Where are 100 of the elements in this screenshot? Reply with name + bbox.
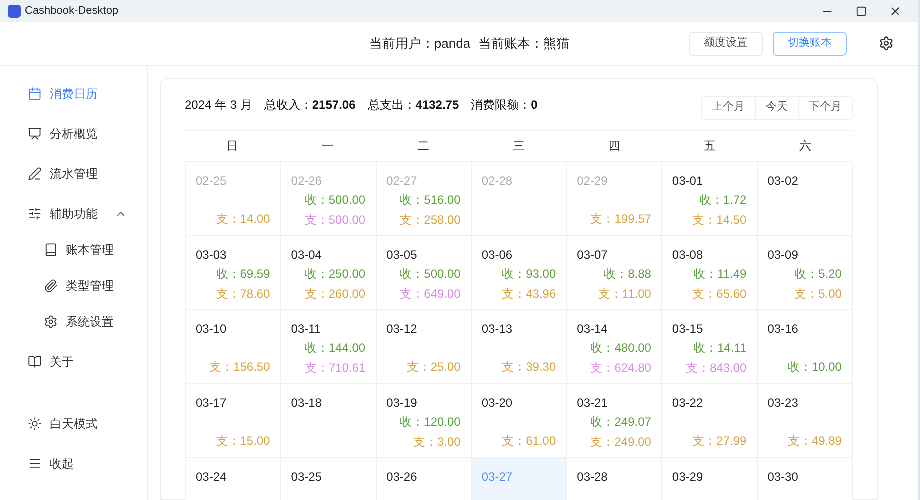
day-cell[interactable]: 03-23 支：49.89	[758, 384, 853, 458]
day-cell[interactable]: 03-02	[758, 162, 853, 236]
expense-amount: 支：710.61	[304, 360, 366, 377]
income-amount: 收：1.72	[699, 192, 747, 209]
expense-amount: 支：649.00	[400, 286, 461, 303]
month-label: 2024 年 3 月	[185, 96, 252, 114]
expense-amount: 支：260.00	[304, 286, 366, 303]
sidebar-item[interactable]: 流水管理	[0, 154, 147, 194]
day-date: 03-12	[386, 321, 418, 338]
expense-amount: 支：500.00	[304, 212, 366, 229]
day-cell[interactable]: 03-20 支：61.00	[472, 384, 568, 458]
month-nav-button[interactable]: 下个月	[798, 96, 852, 118]
income-amount: 收：93.00	[502, 266, 556, 283]
settings-icon	[44, 315, 58, 329]
day-date: 03-30	[768, 469, 800, 486]
day-cell[interactable]: 03-04 收：250.00 支：260.00	[281, 236, 377, 310]
open-book-icon	[28, 355, 42, 369]
weekday-header: 五	[702, 138, 717, 155]
paperclip-icon	[44, 279, 58, 293]
day-cell[interactable]: 03-06 收：93.00 支：43.96	[472, 236, 568, 310]
day-cell[interactable]: 03-08 收：11.49 支：65.60	[662, 236, 758, 310]
header-button[interactable]: 切换账本	[773, 32, 847, 56]
day-date: 03-23	[768, 395, 800, 412]
day-date: 02-25	[196, 173, 228, 190]
sidebar-item[interactable]: 白天模式	[0, 404, 147, 444]
day-date: 03-04	[291, 247, 323, 264]
close-icon[interactable]	[889, 4, 902, 18]
day-date: 03-02	[768, 173, 800, 190]
day-cell[interactable]: 03-07 收：8.88 支：11.00	[567, 236, 662, 310]
expense-amount: 支：14.50	[692, 212, 747, 229]
day-cell[interactable]: 03-17 支：15.00	[186, 384, 282, 458]
income-amount: 收：8.88	[604, 266, 652, 283]
day-cell[interactable]: 03-05 收：500.00 支：649.00	[376, 236, 472, 310]
sliders-icon	[28, 207, 42, 221]
expense-amount: 支：3.00	[413, 434, 461, 451]
day-date: 02-27	[386, 173, 418, 190]
day-cell[interactable]: 03-30	[758, 458, 853, 500]
day-cell[interactable]: 03-28	[567, 458, 662, 500]
expense-amount: 支：25.00	[406, 359, 461, 376]
month-nav-button[interactable]: 上个月	[702, 96, 755, 118]
month-nav-button[interactable]: 今天	[755, 96, 798, 118]
calendar-icon	[28, 87, 42, 101]
day-cell[interactable]: 03-16 收：10.00	[758, 310, 853, 384]
day-cell[interactable]: 03-21 收：249.07 支：249.00	[567, 384, 662, 458]
day-cell[interactable]: 03-24	[186, 458, 282, 500]
weekday-header: 三	[512, 138, 526, 155]
expense-amount: 支：5.00	[794, 286, 842, 303]
day-cell[interactable]: 03-18	[281, 384, 377, 458]
day-date: 03-19	[386, 395, 418, 412]
expense-amount: 支：14.00	[216, 211, 270, 228]
day-date: 03-21	[577, 395, 609, 412]
expense-amount: 支：249.00	[590, 434, 652, 451]
income-amount: 收：14.11	[694, 340, 747, 357]
day-date: 03-09	[768, 247, 800, 264]
income-amount: 收：144.00	[304, 340, 366, 357]
expense-amount: 支：43.96	[502, 286, 556, 303]
day-cell[interactable]: 03-13 支：39.30	[472, 310, 568, 384]
day-cell[interactable]: 03-11 收：144.00 支：710.61	[281, 310, 377, 384]
day-cell[interactable]: 03-14 收：480.00 支：624.80	[567, 310, 662, 384]
maximize-icon[interactable]	[856, 6, 867, 16]
sidebar-item[interactable]: 关于	[0, 342, 147, 382]
settings-icon[interactable]	[879, 36, 894, 51]
expense-total: 总支出：4132.75	[368, 96, 460, 114]
income-amount: 收：249.07	[590, 414, 652, 431]
header-button[interactable]: 额度设置	[689, 32, 763, 56]
sidebar-item[interactable]: 消费日历	[0, 74, 147, 114]
income-amount: 收：5.20	[794, 266, 842, 283]
sidebar-item[interactable]: 收起	[0, 444, 147, 484]
day-cell[interactable]: 03-25	[281, 458, 377, 500]
day-date: 03-26	[386, 469, 418, 486]
income-amount: 收：500.00	[304, 192, 366, 209]
day-cell[interactable]: 03-22 支：27.99	[662, 384, 758, 458]
expense-amount: 支：65.60	[692, 286, 747, 303]
day-cell[interactable]: 03-15 收：14.11 支：843.00	[662, 310, 758, 384]
day-cell[interactable]: 03-29	[662, 458, 758, 500]
day-cell[interactable]: 03-26	[376, 458, 472, 500]
day-date: 03-08	[672, 247, 704, 264]
expense-amount: 支：199.57	[590, 211, 652, 228]
sun-icon	[28, 417, 42, 431]
income-amount: 收：11.49	[694, 266, 747, 283]
day-date: 03-13	[482, 321, 514, 338]
day-date: 03-15	[672, 321, 704, 338]
day-cell[interactable]: 03-12 支：25.00	[376, 310, 472, 384]
income-total: 总收入：2157.06	[264, 96, 356, 114]
day-cell[interactable]: 03-09 收：5.20 支：5.00	[758, 236, 853, 310]
income-amount: 收：69.59	[216, 266, 270, 283]
weekday-header: 四	[607, 138, 622, 155]
sidebar-item[interactable]: 分析概览	[0, 114, 147, 154]
income-amount: 收：120.00	[400, 414, 461, 431]
expense-amount: 支：156.50	[210, 359, 270, 376]
current-user-text: 当前用户：panda	[369, 34, 471, 53]
day-date: 03-29	[672, 469, 704, 486]
day-cell[interactable]: 03-01 收：1.72 支：14.50	[662, 162, 758, 236]
expense-amount: 支：61.00	[502, 433, 556, 450]
weekday-header: 日	[226, 138, 240, 155]
expense-amount: 支：258.00	[400, 212, 461, 229]
day-cell[interactable]: 03-19 收：120.00 支：3.00	[376, 384, 472, 458]
day-cell[interactable]: 03-03 收：69.59 支：78.60	[186, 236, 282, 310]
pen-icon	[28, 167, 42, 181]
day-cell[interactable]: 03-10 支：156.50	[186, 310, 282, 384]
